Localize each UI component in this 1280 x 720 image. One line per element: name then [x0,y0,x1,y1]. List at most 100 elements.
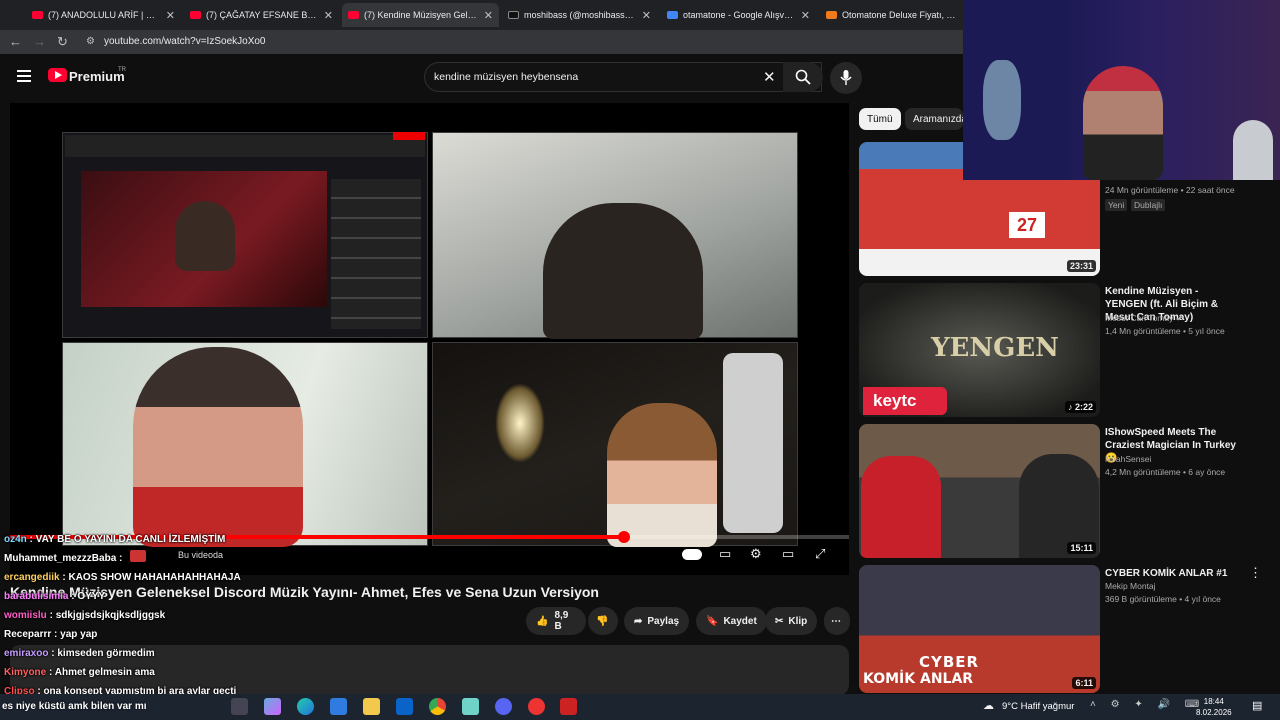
share-arrow-icon: ➦ [634,615,643,627]
app-icon[interactable] [560,698,577,715]
person-silhouette [861,456,941,558]
chip-related-search[interactable]: Aramanızda [905,108,963,130]
close-tab-icon[interactable]: ✕ [642,9,651,22]
search-button[interactable] [783,62,823,92]
related-list-thumbnails [331,179,421,329]
close-tab-icon[interactable]: ✕ [166,9,175,22]
person-silhouette [133,347,303,547]
close-tab-icon[interactable]: ✕ [324,9,333,22]
clock-date: 8.02.2026 [1196,708,1232,717]
browser-tab[interactable]: otamatone - Google Alışveriş ✕ [661,3,816,27]
related-video[interactable]: 15:11 IShowSpeed Meets The Craziest Magi… [859,424,1259,558]
video-tile-webcam-2 [432,132,798,339]
video-thumbnail[interactable]: 15:11 [859,424,1100,558]
fullscreen-icon[interactable]: ⤢ [815,546,825,562]
more-dots-icon: ⋯ [831,615,841,627]
tab-label: moshibass (@moshibass) | TikTo [524,10,636,20]
microphone-icon [840,70,852,85]
scissors-icon: ✂ [775,615,784,627]
like-button[interactable]: 👍 8,9 B [526,607,586,635]
share-button[interactable]: ➦ Paylaş [624,607,690,635]
youtube-logo-icon[interactable] [48,68,67,82]
weather-text[interactable]: 9°C Hafif yağmur [1002,701,1074,712]
related-video[interactable]: YENGEN keytc ♪ 2:22 Kendine Müzisyen - Y… [859,283,1259,417]
youtube-icon [32,11,43,19]
browser-tab[interactable]: Otomatone Deluxe Fiyatı, Taksit [820,3,963,27]
clear-search-icon[interactable]: ✕ [763,68,776,86]
browser-tab[interactable]: (7) ÇAĞATAY EFSANE BAĞLAMA ✕ [184,3,339,27]
youtube-icon [190,11,201,19]
voice-search-button[interactable] [830,62,862,94]
browser-tab[interactable]: (7) ANADOLULU ARİF | Madara ✕ [26,3,181,27]
shared-browser-header [65,135,425,157]
channel-name[interactable]: NoahSensei [1105,454,1151,464]
search-input[interactable]: kendine müzisyen heybensena [434,71,578,83]
autoplay-toggle[interactable] [682,549,702,560]
share-label: Paylaş [647,615,680,627]
video-duration: 15:11 [1067,542,1096,554]
copilot-icon[interactable] [264,698,281,715]
search-icon [795,69,811,85]
browser-tab-strip: (7) ANADOLULU ARİF | Madara ✕ (7) ÇAĞATA… [0,0,963,30]
video-thumbnail[interactable]: CYBER KOMİK ANLAR 6:11 [859,565,1100,693]
related-video[interactable]: CYBER KOMİK ANLAR 6:11 CYBER KOMİK ANLAR… [859,565,1262,693]
discord-icon[interactable] [495,698,512,715]
more-actions-button[interactable]: ⋯ [824,607,850,635]
settings-gear-icon[interactable]: ⚙ [750,546,762,562]
browser-tab-active[interactable]: (7) Kendine Müzisyen Geleneks ✕ [342,3,499,27]
region-code: TR [118,67,126,73]
person-silhouette [543,203,703,339]
chip-all[interactable]: Tümü [859,108,901,130]
system-tray-icons[interactable]: ˄ ⚙ ✦ 🔊 ⌨ [1090,699,1205,710]
clip-label: Klip [788,615,808,627]
store-icon[interactable] [330,698,347,715]
dislike-button[interactable]: 👎 [588,607,618,635]
edge-icon[interactable] [297,698,314,715]
chat-message: womiislu : sdkjgjsdsjkqjksdljggsk [4,610,166,621]
search-box[interactable]: kendine müzisyen heybensena ✕ [424,62,822,92]
thumbs-down-icon: 👎 [596,615,609,627]
task-view-icon[interactable] [231,698,248,715]
back-arrow-icon[interactable]: ← [9,34,22,49]
app-icon[interactable] [462,698,479,715]
youtube-premium-logo[interactable]: Premium [69,69,125,84]
save-label: Kaydet [723,615,757,627]
site-info-icon[interactable]: ⚙ [86,36,95,47]
save-button[interactable]: 🔖 Kaydet [696,607,767,635]
thumbs-up-icon: 👍 [536,615,549,627]
in-this-video-label[interactable]: Bu videoda [178,550,223,560]
chrome-icon[interactable] [429,698,446,715]
reload-icon[interactable]: ↻ [57,34,68,50]
video-player[interactable]: Bu videoda ▭ ⚙ ▭ ⤢ [10,103,849,575]
live-badge [393,132,425,140]
chat-message: Kimyone : Ahmet gelmesin ama [4,667,155,678]
obs-icon[interactable] [528,698,545,715]
url-field[interactable]: youtube.com/watch?v=IzSoekJoXo0 [104,36,265,47]
dubbed-badge: Dublajlı [1131,199,1166,211]
channel-name[interactable]: Mesut Can Tomay ✔ [1105,313,1183,324]
tiktok-icon [508,11,519,19]
video-thumbnail[interactable]: YENGEN keytc ♪ 2:22 [859,283,1100,417]
close-tab-icon[interactable]: ✕ [484,9,493,22]
bookmark-icon: 🔖 [706,615,719,627]
mail-icon[interactable] [396,698,413,715]
clock[interactable]: 18:44 8.02.2026 [1196,696,1232,718]
chat-message: Receparrr : yap yap [4,629,98,640]
clock-time: 18:44 [1203,697,1224,706]
channel-name[interactable]: Mekip Montaj [1105,581,1156,591]
embedded-video [81,171,327,307]
more-vert-icon[interactable]: ⋮ [1249,565,1262,581]
clip-button[interactable]: ✂ Klip [765,607,818,635]
guitar [983,60,1021,140]
close-tab-icon[interactable]: ✕ [801,9,810,22]
file-explorer-icon[interactable] [363,698,380,715]
chat-message: barabulisimia : OYYY [4,591,106,602]
video-meta: 4,2 Mn görüntüleme • 6 ay önce [1105,467,1226,477]
browser-tab[interactable]: moshibass (@moshibass) | TikTo ✕ [502,3,657,27]
video-title[interactable]: CYBER KOMİK ANLAR #1 [1105,567,1243,580]
forward-arrow-icon[interactable]: → [33,34,46,49]
theater-mode-icon[interactable]: ▭ [782,546,794,562]
menu-icon[interactable] [17,70,31,82]
notification-icon[interactable]: ▤ [1252,699,1262,712]
subtitles-icon[interactable]: ▭ [719,546,731,562]
